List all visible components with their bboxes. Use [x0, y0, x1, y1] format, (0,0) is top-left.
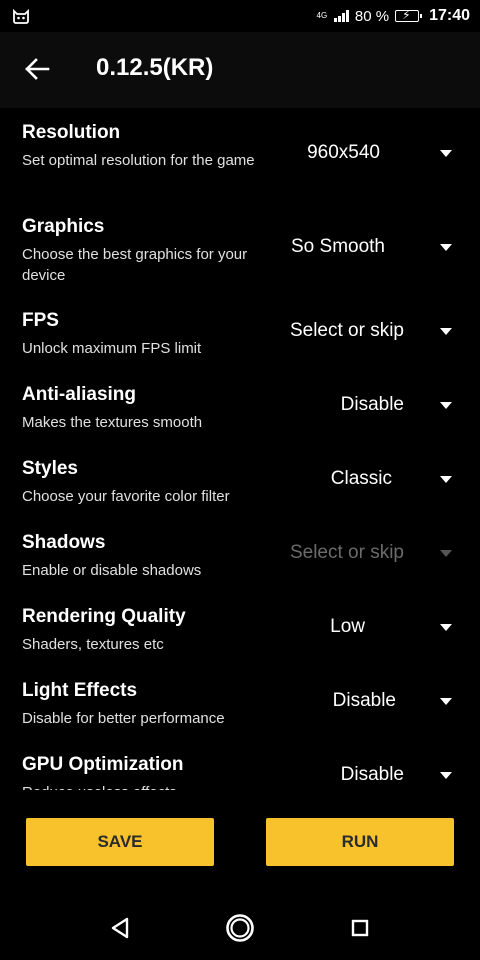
shadows-dropdown: Select or skip	[270, 540, 470, 570]
setting-title: Anti-aliasing	[22, 384, 137, 405]
resolution-dropdown[interactable]: 960x540	[270, 140, 470, 170]
signal-icon	[333, 10, 349, 22]
setting-title: Styles	[22, 458, 78, 479]
setting-title: FPS	[22, 310, 59, 331]
setting-rendering-quality: Rendering Quality Shaders, textures etc …	[0, 596, 480, 670]
battery-charging-icon: ⚡	[395, 8, 423, 22]
setting-title: GPU Optimization	[22, 754, 184, 775]
styles-dropdown[interactable]: Classic	[270, 466, 470, 496]
rendering-quality-dropdown[interactable]: Low	[270, 614, 470, 644]
dropdown-value: Select or skip	[289, 320, 404, 341]
setting-title: Shadows	[22, 532, 106, 553]
setting-anti-aliasing: Anti-aliasing Makes the textures smooth …	[0, 374, 480, 448]
dropdown-arrow-icon	[440, 402, 452, 409]
battery-percent: 80 %	[354, 7, 390, 25]
dropdown-arrow-icon	[440, 150, 452, 157]
screen: 4G 80 % ⚡ 17:40 0.12.5(KR) Resolution Se…	[0, 0, 480, 960]
setting-description: Enable or disable shadows	[22, 562, 202, 579]
status-time: 17:40	[429, 7, 470, 24]
setting-gpu-optimization: GPU Optimization Reduce useless effects …	[0, 744, 480, 790]
app-bar: 0.12.5(KR)	[0, 32, 480, 108]
setting-title: Rendering Quality	[22, 606, 186, 627]
dropdown-value: 960x540	[307, 142, 380, 163]
fps-dropdown[interactable]: Select or skip	[270, 318, 470, 348]
setting-fps: FPS Unlock maximum FPS limit Select or s…	[0, 300, 480, 374]
setting-styles: Styles Choose your favorite color filter…	[0, 448, 480, 522]
network-type-label: 4G	[316, 11, 328, 20]
dropdown-arrow-icon	[440, 624, 452, 631]
dropdown-value: Classic	[330, 468, 392, 489]
setting-description: Disable for better performance	[22, 710, 225, 727]
setting-description: Unlock maximum FPS limit	[22, 340, 202, 357]
graphics-dropdown[interactable]: So Smooth	[270, 234, 470, 264]
dropdown-value: So Smooth	[291, 236, 385, 257]
page-title: 0.12.5(KR)	[96, 54, 214, 81]
save-button[interactable]: SAVE	[26, 818, 214, 866]
gpu-optimization-dropdown[interactable]: Disable	[270, 762, 470, 790]
dropdown-value: Low	[330, 616, 365, 637]
setting-title: Resolution	[22, 122, 121, 143]
back-arrow-icon[interactable]	[24, 56, 50, 82]
setting-description: Reduce useless effects	[22, 782, 262, 790]
setting-shadows: Shadows Enable or disable shadows Select…	[0, 522, 480, 596]
dropdown-value: Disable	[340, 394, 404, 415]
setting-description: Shaders, textures etc	[22, 636, 164, 653]
nav-back-icon[interactable]	[104, 912, 136, 944]
dropdown-value: Select or skip	[289, 542, 404, 563]
setting-description: Choose the best graphics for your device	[22, 246, 248, 284]
nav-home-icon[interactable]	[224, 912, 256, 944]
dropdown-value: Disable	[340, 764, 404, 785]
dropdown-arrow-icon	[440, 698, 452, 705]
anti-aliasing-dropdown[interactable]: Disable	[270, 392, 470, 422]
setting-description: Set optimal resolution for the game	[22, 152, 255, 169]
app-notification-icon	[13, 8, 29, 24]
dropdown-arrow-icon	[440, 244, 452, 251]
run-button[interactable]: RUN	[266, 818, 454, 866]
dropdown-value: Disable	[332, 690, 396, 711]
settings-list[interactable]: Resolution Set optimal resolution for th…	[0, 112, 480, 790]
setting-resolution: Resolution Set optimal resolution for th…	[0, 112, 480, 186]
dropdown-arrow-icon	[440, 550, 452, 557]
light-effects-dropdown[interactable]: Disable	[270, 688, 470, 718]
setting-description: Makes the textures smooth	[22, 414, 203, 431]
dropdown-arrow-icon	[440, 772, 452, 779]
status-bar: 4G 80 % ⚡ 17:40	[0, 0, 480, 32]
navigation-bar	[0, 896, 480, 960]
dropdown-arrow-icon	[440, 328, 452, 335]
setting-description: Choose your favorite color filter	[22, 488, 230, 505]
setting-light-effects: Light Effects Disable for better perform…	[0, 670, 480, 744]
nav-recents-icon[interactable]	[344, 912, 376, 944]
setting-graphics: Graphics Choose the best graphics for yo…	[0, 206, 480, 284]
dropdown-arrow-icon	[440, 476, 452, 483]
setting-title: Light Effects	[22, 680, 138, 701]
setting-title: Graphics	[22, 216, 105, 237]
